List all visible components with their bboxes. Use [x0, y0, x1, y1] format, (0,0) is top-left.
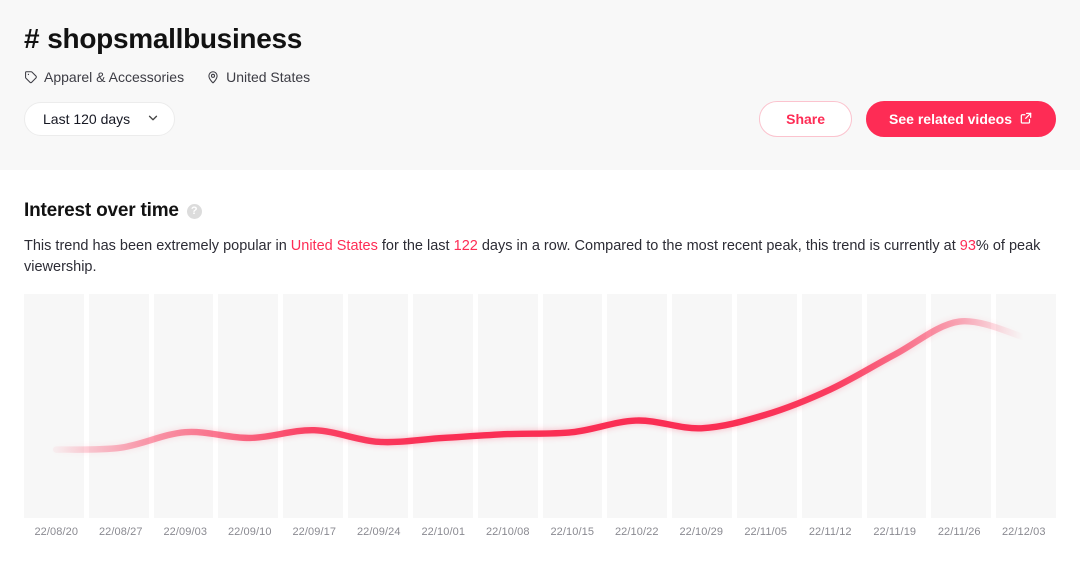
x-axis-tick: 22/12/03 [992, 526, 1057, 538]
desc-part-2: for the last [378, 238, 454, 254]
desc-region: United States [291, 238, 378, 254]
x-axis-tick: 22/11/19 [863, 526, 928, 538]
trend-description: This trend has been extremely popular in… [24, 236, 1056, 278]
chart-x-axis: 22/08/2022/08/2722/09/0322/09/1022/09/17… [24, 526, 1056, 538]
desc-percent: 93 [960, 238, 976, 254]
region-meta: United States [206, 68, 310, 86]
x-axis-tick: 22/08/20 [24, 526, 89, 538]
x-axis-tick: 22/09/03 [153, 526, 218, 538]
section-title-row: Interest over time ? [24, 200, 1056, 222]
x-axis-tick: 22/08/27 [89, 526, 154, 538]
chart-line-svg [24, 294, 1056, 518]
x-axis-tick: 22/10/15 [540, 526, 605, 538]
map-pin-icon [206, 70, 220, 84]
page-title: #shopsmallbusiness [24, 22, 1056, 56]
desc-part-3: days in a row. Compared to the most rece… [478, 238, 960, 254]
date-range-dropdown[interactable]: Last 120 days [24, 102, 175, 136]
tag-icon [24, 70, 38, 84]
x-axis-tick: 22/10/01 [411, 526, 476, 538]
x-axis-tick: 22/11/05 [734, 526, 799, 538]
chevron-down-icon [146, 111, 160, 128]
x-axis-tick: 22/09/17 [282, 526, 347, 538]
x-axis-tick: 22/10/08 [476, 526, 541, 538]
page-header: #shopsmallbusiness Apparel & Accessories… [0, 0, 1080, 170]
region-label: United States [226, 68, 310, 86]
x-axis-tick: 22/11/12 [798, 526, 863, 538]
header-actions: Share See related videos [759, 101, 1056, 137]
see-related-videos-label: See related videos [889, 111, 1012, 127]
x-axis-tick: 22/09/10 [218, 526, 283, 538]
category-label: Apparel & Accessories [44, 68, 184, 86]
hashtag-name: shopsmallbusiness [47, 22, 302, 56]
hash-symbol: # [24, 22, 39, 56]
share-button[interactable]: Share [759, 101, 852, 137]
desc-days: 122 [454, 238, 478, 254]
interest-over-time-chart[interactable] [24, 294, 1056, 518]
metadata-row: Apparel & Accessories United States [24, 68, 1056, 86]
x-axis-tick: 22/10/29 [669, 526, 734, 538]
share-button-label: Share [786, 111, 825, 127]
external-link-icon [1019, 111, 1033, 128]
see-related-videos-button[interactable]: See related videos [866, 101, 1056, 137]
x-axis-tick: 22/11/26 [927, 526, 992, 538]
date-range-value: Last 120 days [43, 111, 130, 127]
x-axis-tick: 22/10/22 [605, 526, 670, 538]
question-mark-icon[interactable]: ? [187, 204, 202, 219]
category-meta: Apparel & Accessories [24, 68, 184, 86]
main-content: Interest over time ? This trend has been… [0, 170, 1080, 538]
section-title: Interest over time [24, 200, 179, 222]
x-axis-tick: 22/09/24 [347, 526, 412, 538]
desc-part-1: This trend has been extremely popular in [24, 238, 291, 254]
